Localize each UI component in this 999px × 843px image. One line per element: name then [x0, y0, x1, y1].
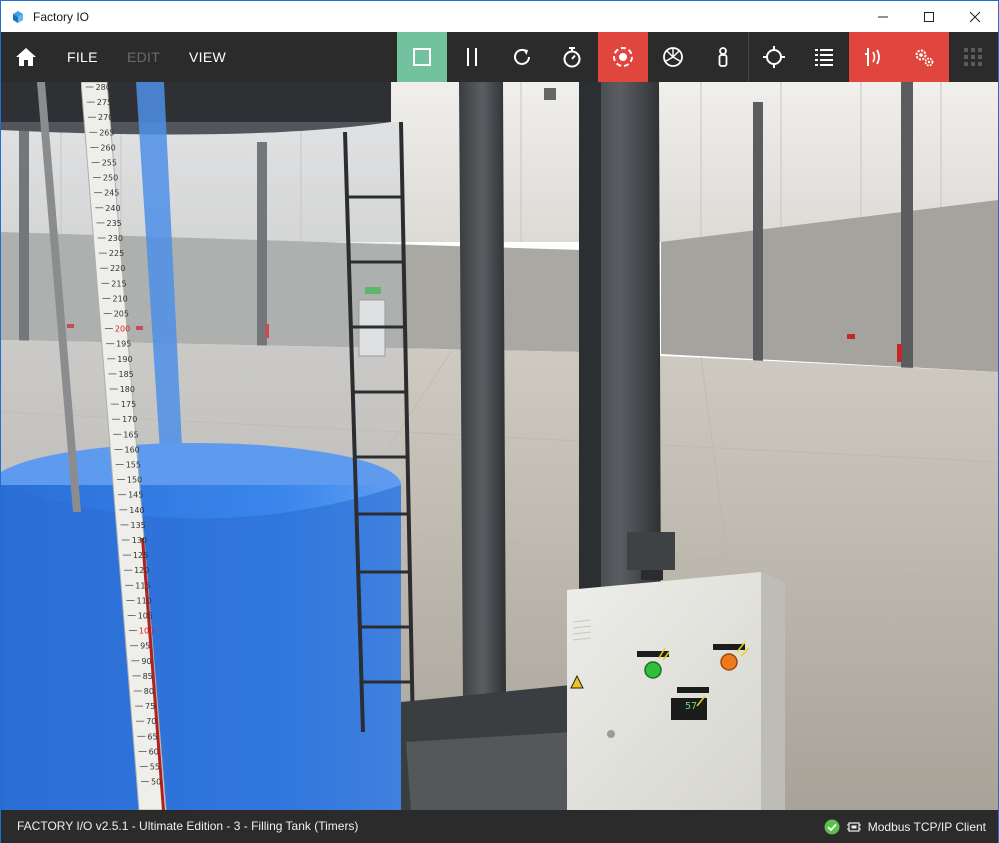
level-scale-label: 240 [105, 204, 120, 213]
orbit-camera-icon [613, 47, 633, 67]
level-scale-label: 160 [125, 445, 140, 454]
title-bar: Factory IO [1, 1, 998, 32]
level-scale-label: 125 [133, 551, 148, 560]
fly-camera-icon [663, 47, 683, 67]
grid-icon [964, 48, 982, 66]
level-scale: 280 275 270 265 260 255 250 245 240 235 230 225 220 2… [81, 82, 167, 810]
level-scale-label: 165 [123, 430, 138, 439]
level-scale-label: 245 [104, 189, 119, 198]
scene-viewport[interactable]: 280 275 270 265 260 255 250 245 240 235 230 225 220 2… [1, 82, 998, 810]
level-scale-label: 120 [134, 566, 149, 575]
level-scale-label: 140 [129, 506, 144, 515]
level-scale-label: 170 [122, 415, 137, 424]
menu-edit[interactable]: EDIT [127, 32, 160, 82]
level-scale-label: 80 [144, 687, 154, 696]
menu-view[interactable]: VIEW [189, 32, 226, 82]
level-scale-label: 255 [102, 159, 117, 168]
level-scale-label: 190 [117, 355, 132, 364]
level-scale-label: 90 [141, 657, 151, 666]
connection-status[interactable]: Modbus TCP/IP Client [824, 810, 986, 843]
level-scale-label: 175 [121, 400, 136, 409]
level-scale-label: 280 [96, 83, 111, 92]
panel-display-value: 57 [685, 701, 698, 712]
status-bar: FACTORY I/O v2.5.1 - Ultimate Edition - … [1, 810, 998, 843]
palette-button[interactable] [948, 32, 998, 82]
crosshair-button[interactable] [749, 32, 799, 82]
home-icon [16, 48, 36, 66]
level-scale-label: 135 [131, 521, 146, 530]
maximize-icon [924, 11, 934, 22]
maximize-button[interactable] [906, 1, 952, 32]
stop-push-button[interactable] [719, 652, 739, 672]
level-scale-label: 215 [111, 279, 126, 288]
level-scale-label: 230 [108, 234, 123, 243]
level-scale-label: 115 [135, 581, 150, 590]
level-scale-label: 235 [107, 219, 122, 228]
level-scale-label: 250 [103, 174, 118, 183]
main-toolbar: FILE EDIT VIEW [1, 32, 998, 82]
app-window: Factory IO FILE EDIT VIEW 280 275 270 26… [0, 0, 999, 843]
pause-icon [467, 48, 477, 66]
level-scale-label: 200 [115, 325, 130, 334]
close-button[interactable] [952, 1, 998, 32]
connection-label: Modbus TCP/IP Client [867, 819, 986, 834]
level-scale-label: 70 [146, 717, 156, 726]
home-button[interactable] [1, 32, 51, 82]
orbit-camera-button[interactable] [598, 32, 648, 82]
level-scale-label: 105 [138, 612, 153, 621]
level-scale-label: 185 [119, 370, 134, 379]
pause-button[interactable] [447, 32, 497, 82]
level-scale-label: 265 [99, 128, 114, 137]
level-scale-label: 210 [113, 294, 128, 303]
level-scale-label: 220 [110, 264, 125, 273]
check-circle-icon [824, 819, 840, 834]
minimize-button[interactable] [860, 1, 906, 32]
level-scale-label: 110 [137, 596, 152, 605]
stop-square-icon [413, 48, 431, 66]
level-scale-label: 75 [145, 702, 155, 711]
level-scale-label: 270 [98, 113, 113, 122]
start-push-button[interactable] [643, 660, 663, 680]
crosshair-icon [763, 46, 785, 68]
level-scale-label: 100 [139, 627, 154, 636]
drivers-button[interactable] [849, 32, 899, 82]
drivers-icon [865, 48, 880, 66]
level-scale-label: 65 [147, 732, 157, 741]
settings-button[interactable] [899, 32, 949, 82]
level-scale-label: 95 [140, 642, 150, 651]
level-scale-label: 180 [120, 385, 135, 394]
level-scale-label: 225 [109, 249, 124, 258]
first-person-button[interactable] [698, 32, 748, 82]
menu-file[interactable]: FILE [67, 32, 98, 82]
level-scale-label: 150 [127, 476, 142, 485]
factory-io-logo-icon [13, 10, 23, 23]
level-scale-label: 60 [149, 747, 159, 756]
level-scale-label: 275 [97, 98, 112, 107]
timer-button[interactable] [547, 32, 597, 82]
level-scale-label: 145 [128, 491, 143, 500]
close-icon [969, 11, 981, 22]
fly-camera-button[interactable] [648, 32, 698, 82]
level-scale-label: 205 [114, 310, 129, 319]
reset-icon [514, 48, 530, 65]
list-icon [815, 49, 833, 66]
minimize-icon [878, 16, 888, 17]
window-title: Factory IO [33, 9, 90, 24]
level-scale-label: 195 [116, 340, 131, 349]
stop-button[interactable] [397, 32, 447, 82]
first-person-icon [718, 47, 728, 67]
list-button[interactable] [799, 32, 849, 82]
level-scale-label: 260 [100, 143, 115, 152]
status-text: FACTORY I/O v2.5.1 - Ultimate Edition - … [17, 819, 359, 833]
reset-button[interactable] [497, 32, 547, 82]
level-scale-label: 55 [150, 763, 160, 772]
driver-chip-icon [846, 821, 861, 832]
level-scale-label: 85 [143, 672, 153, 681]
level-scale-body [81, 82, 167, 810]
level-scale-label: 50 [151, 778, 161, 787]
level-scale-label: 130 [132, 536, 147, 545]
level-scale-label: 155 [126, 461, 141, 470]
stopwatch-icon [563, 47, 581, 68]
gears-icon [915, 49, 934, 67]
